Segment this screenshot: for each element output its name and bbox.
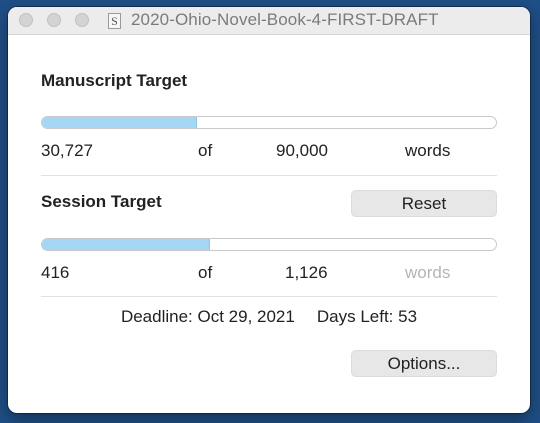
session-unit-label: words	[405, 263, 451, 282]
section-divider	[41, 175, 497, 176]
deadline-row: Deadline: Oct 29, 2021 Days Left: 53	[8, 307, 530, 327]
session-current-count: 416	[41, 263, 70, 282]
session-target-count: 1,126	[285, 263, 328, 282]
session-progress-bar	[41, 238, 497, 251]
days-left-label: Days Left: 53	[316, 307, 418, 326]
options-button[interactable]: Options...	[351, 350, 497, 377]
session-of-label: of	[198, 263, 213, 282]
zoom-window-button[interactable]	[75, 13, 89, 27]
manuscript-target-heading: Manuscript Target	[41, 71, 188, 90]
title-bar: S 2020-Ohio-Novel-Book-4-FIRST-DRAFT	[8, 7, 530, 35]
session-progress-fill	[42, 239, 210, 250]
manuscript-target-count: 90,000	[276, 141, 328, 160]
project-targets-window: S 2020-Ohio-Novel-Book-4-FIRST-DRAFT Man…	[8, 7, 530, 413]
manuscript-of-label: of	[198, 141, 213, 160]
manuscript-unit-label: words	[405, 141, 451, 160]
window-title: 2020-Ohio-Novel-Book-4-FIRST-DRAFT	[131, 10, 439, 29]
reset-button[interactable]: Reset	[351, 190, 497, 217]
deadline-label: Deadline: Oct 29, 2021	[120, 307, 295, 326]
manuscript-progress-bar	[41, 116, 497, 129]
close-window-button[interactable]	[19, 13, 33, 27]
manuscript-current-count: 30,727	[41, 141, 93, 160]
document-icon: S	[108, 13, 121, 29]
session-target-heading: Session Target	[41, 192, 162, 211]
section-divider	[41, 296, 497, 297]
minimize-window-button[interactable]	[47, 13, 61, 27]
manuscript-progress-fill	[42, 117, 197, 128]
